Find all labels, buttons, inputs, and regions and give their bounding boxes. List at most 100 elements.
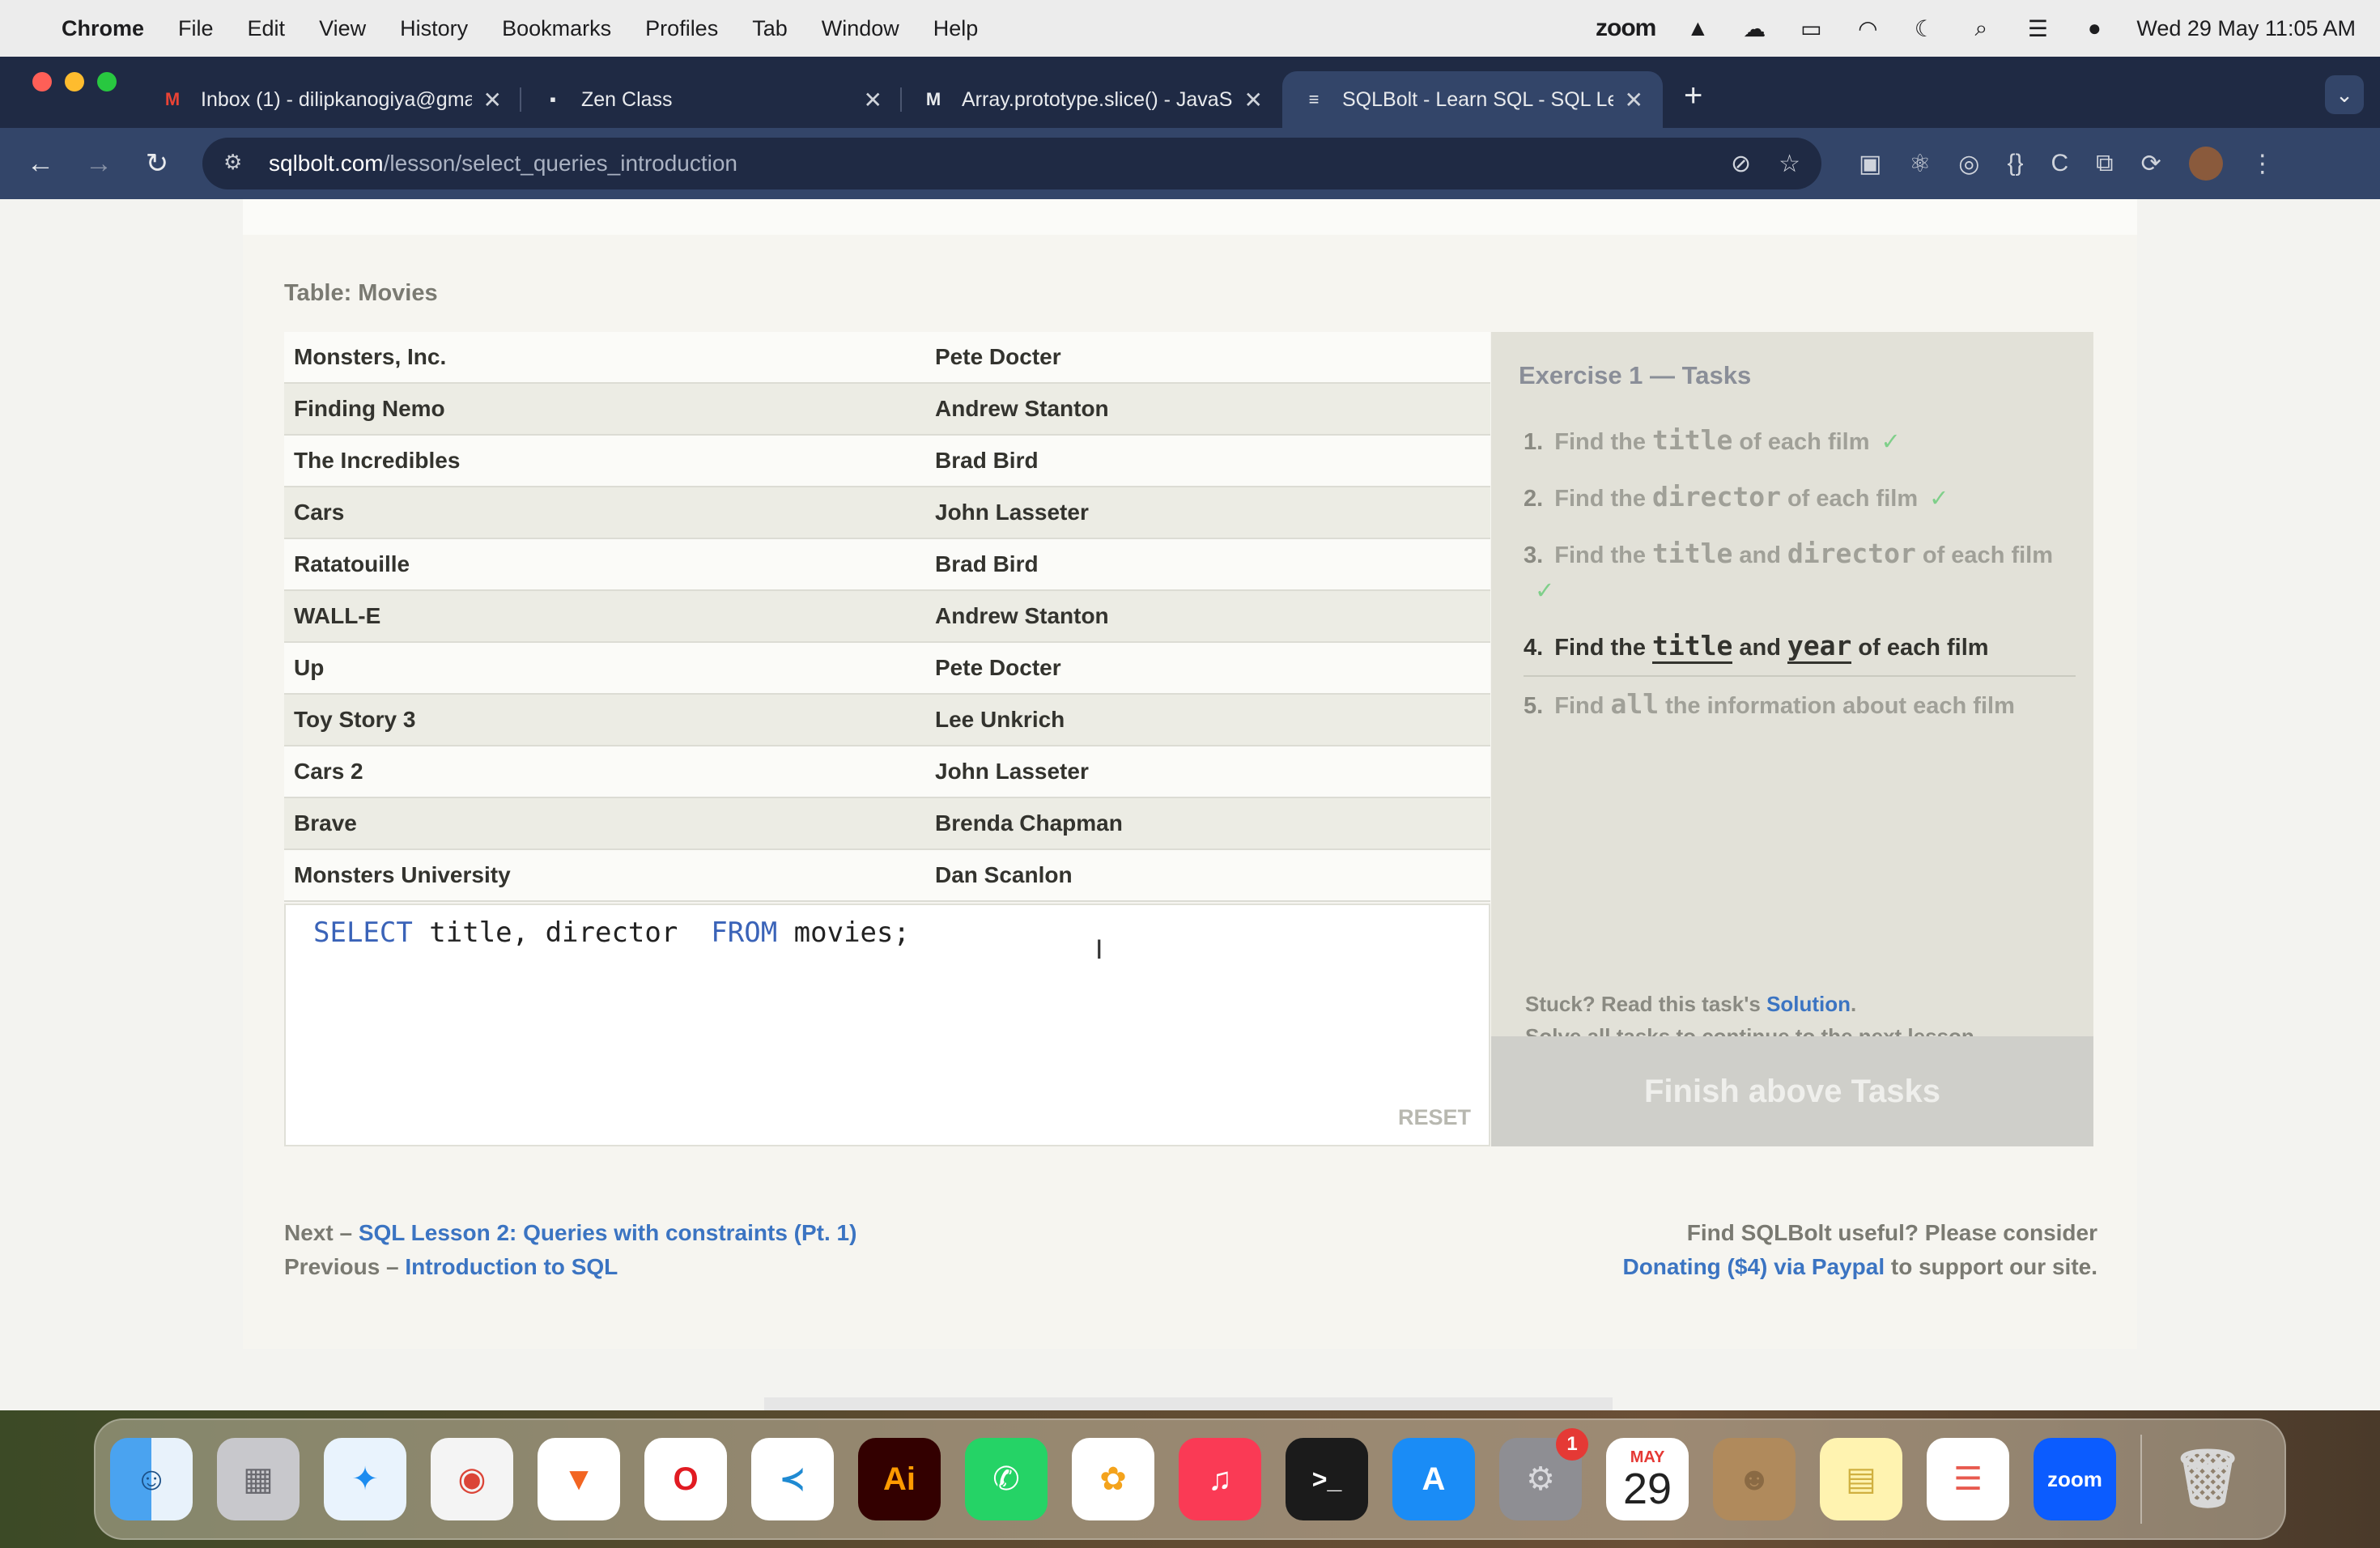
status-area: zoom ▲ ☁ ▭ ◠ ☾ ⌕ ☰ ● Wed 29 May 11:05 AM <box>1596 15 2356 42</box>
dock-separator <box>2140 1435 2142 1524</box>
camera-extension-icon[interactable]: ▣ <box>1859 150 1881 178</box>
zoom-status-item[interactable]: zoom <box>1596 15 1656 42</box>
json-extension-icon[interactable]: {} <box>2007 150 2023 177</box>
finder-icon[interactable]: ☺ <box>110 1438 193 1520</box>
site-info-icon[interactable]: ⚙ <box>223 150 251 177</box>
task-text: Find the <box>1554 635 1647 661</box>
reminders-icon[interactable]: ☰ <box>1927 1438 2009 1520</box>
zoom-app-icon[interactable]: zoom <box>2034 1438 2116 1520</box>
cell-title: Monsters University <box>294 862 511 887</box>
browser-toolbar: ← → ↻ ⚙ sqlbolt.com /lesson/select_queri… <box>0 128 2380 199</box>
task-number: 2. <box>1524 486 1544 512</box>
app-store-icon[interactable]: A <box>1392 1438 1475 1520</box>
tab-gmail[interactable]: M Inbox (1) - dilipkanogiya@gmail.com ✕ <box>141 71 521 128</box>
music-icon[interactable]: ♫ <box>1179 1438 1261 1520</box>
task-item-4-current: 4. Find the title and year of each film <box>1524 619 2076 677</box>
donate-paypal-link[interactable]: Donating ($4) via Paypal <box>1622 1254 1885 1279</box>
cell-title: Finding Nemo <box>294 396 445 421</box>
menu-history[interactable]: History <box>400 16 468 41</box>
menubar-clock[interactable]: Wed 29 May 11:05 AM <box>2136 16 2356 41</box>
performance-icon[interactable]: ⟳ <box>2141 150 2161 178</box>
lesson-card-top <box>243 199 2137 235</box>
forward-arrow-icon[interactable]: → <box>78 142 120 185</box>
chrome-menu-icon[interactable]: ⋮ <box>2250 150 2275 178</box>
cell-director: Brenda Chapman <box>935 810 1123 836</box>
tab-zen-class[interactable]: ▪ Zen Class ✕ <box>521 71 902 128</box>
task-text: of each film <box>1787 486 1919 512</box>
target-extension-icon[interactable]: ◎ <box>1958 150 1979 178</box>
brave-icon[interactable]: ▼ <box>538 1438 620 1520</box>
back-arrow-icon[interactable]: ← <box>19 142 62 185</box>
text-input-icon[interactable]: ▲ <box>1683 15 1712 40</box>
close-tab-icon[interactable]: ✕ <box>483 87 502 113</box>
macos-menubar: Chrome File Edit View History Bookmarks … <box>0 0 2380 57</box>
window-controls <box>0 72 141 116</box>
css-extension-icon[interactable]: C <box>2051 150 2069 177</box>
control-center-icon[interactable]: ☰ <box>2023 16 2052 41</box>
wifi-icon[interactable]: ◠ <box>1853 16 1882 41</box>
menu-file[interactable]: File <box>178 16 214 41</box>
whatsapp-icon[interactable]: ✆ <box>965 1438 1048 1520</box>
close-tab-icon[interactable]: ✕ <box>1244 87 1263 113</box>
task-code: title <box>1652 538 1733 569</box>
calendar-day: 29 <box>1622 1464 1672 1513</box>
previous-lesson-link[interactable]: Introduction to SQL <box>405 1254 618 1279</box>
spotlight-search-icon[interactable]: ⌕ <box>1966 15 1995 40</box>
safari-icon[interactable]: ✦ <box>324 1438 406 1520</box>
vscode-icon[interactable]: ≺ <box>751 1438 834 1520</box>
bookmark-star-icon[interactable]: ☆ <box>1779 150 1800 178</box>
menu-window[interactable]: Window <box>822 16 899 41</box>
table-row: Monsters, Inc. Pete Docter <box>284 332 1490 384</box>
trash-icon[interactable]: 🗑 <box>2166 1438 2249 1520</box>
illustrator-icon[interactable]: Ai <box>858 1438 941 1520</box>
sql-query-editor[interactable]: SELECT title, director FROM movies; I RE… <box>284 904 1490 1146</box>
close-tab-icon[interactable]: ✕ <box>1625 87 1643 113</box>
tab-sqlbolt[interactable]: ≡ SQLBolt - Learn SQL - SQL Lesson ✕ <box>1282 71 1663 128</box>
launchpad-icon[interactable]: ▦ <box>217 1438 300 1520</box>
menu-bookmarks[interactable]: Bookmarks <box>502 16 611 41</box>
query-text[interactable]: SELECT title, director FROM movies; <box>313 916 910 949</box>
reset-button[interactable]: RESET <box>1398 1105 1471 1130</box>
task-text: and <box>1739 542 1781 568</box>
menu-profiles[interactable]: Profiles <box>645 16 718 41</box>
react-devtools-icon[interactable]: ⚛ <box>1909 150 1931 178</box>
calendar-icon[interactable]: MAY 29 <box>1606 1438 1689 1520</box>
creative-cloud-icon[interactable]: ☁ <box>1740 16 1769 41</box>
menu-app-name[interactable]: Chrome <box>62 16 144 41</box>
close-tab-icon[interactable]: ✕ <box>864 87 882 113</box>
opera-icon[interactable]: O <box>644 1438 727 1520</box>
profile-avatar[interactable] <box>2188 147 2223 181</box>
menu-help[interactable]: Help <box>933 16 979 41</box>
focus-moon-icon[interactable]: ☾ <box>1910 16 1939 41</box>
chrome-icon[interactable]: ◉ <box>431 1438 513 1520</box>
menu-tab[interactable]: Tab <box>752 16 788 41</box>
task-text: of each film <box>1858 635 1989 661</box>
menu-view[interactable]: View <box>319 16 366 41</box>
terminal-icon[interactable]: >_ <box>1286 1438 1368 1520</box>
tab-mdn-slice[interactable]: M Array.prototype.slice() - JavaScript ✕ <box>902 71 1282 128</box>
minimize-window-button[interactable] <box>65 72 84 91</box>
siri-icon[interactable]: ● <box>2080 15 2109 40</box>
zoom-window-button[interactable] <box>97 72 117 91</box>
extensions-puzzle-icon[interactable]: ⧉ <box>2096 150 2113 177</box>
menu-edit[interactable]: Edit <box>248 16 286 41</box>
table-row: Cars 2 John Lasseter <box>284 746 1490 798</box>
battery-icon[interactable]: ▭ <box>1796 16 1825 41</box>
finish-tasks-button[interactable]: Finish above Tasks <box>1491 1036 2093 1146</box>
eye-slash-icon[interactable]: ⊘ <box>1731 150 1751 178</box>
mdn-icon: M <box>925 89 941 109</box>
system-settings-icon[interactable]: ⚙ 1 <box>1499 1428 1588 1520</box>
tab-search-chevron-icon[interactable]: ⌄ <box>2325 75 2364 114</box>
new-tab-icon[interactable]: + <box>1684 78 1702 114</box>
reload-icon[interactable]: ↻ <box>136 142 178 185</box>
photos-icon[interactable]: ✿ <box>1072 1438 1154 1520</box>
solution-link[interactable]: Solution <box>1766 992 1851 1016</box>
address-bar[interactable]: ⚙ sqlbolt.com /lesson/select_queries_int… <box>202 138 1821 189</box>
contacts-icon[interactable]: ☻ <box>1713 1438 1796 1520</box>
close-window-button[interactable] <box>32 72 52 91</box>
task-text: Find the <box>1554 486 1647 512</box>
notes-icon[interactable]: ▤ <box>1820 1438 1902 1520</box>
url-host: sqlbolt.com <box>269 151 384 176</box>
cell-title: Cars <box>294 500 345 525</box>
next-lesson-link[interactable]: SQL Lesson 2: Queries with constraints (… <box>359 1220 857 1245</box>
